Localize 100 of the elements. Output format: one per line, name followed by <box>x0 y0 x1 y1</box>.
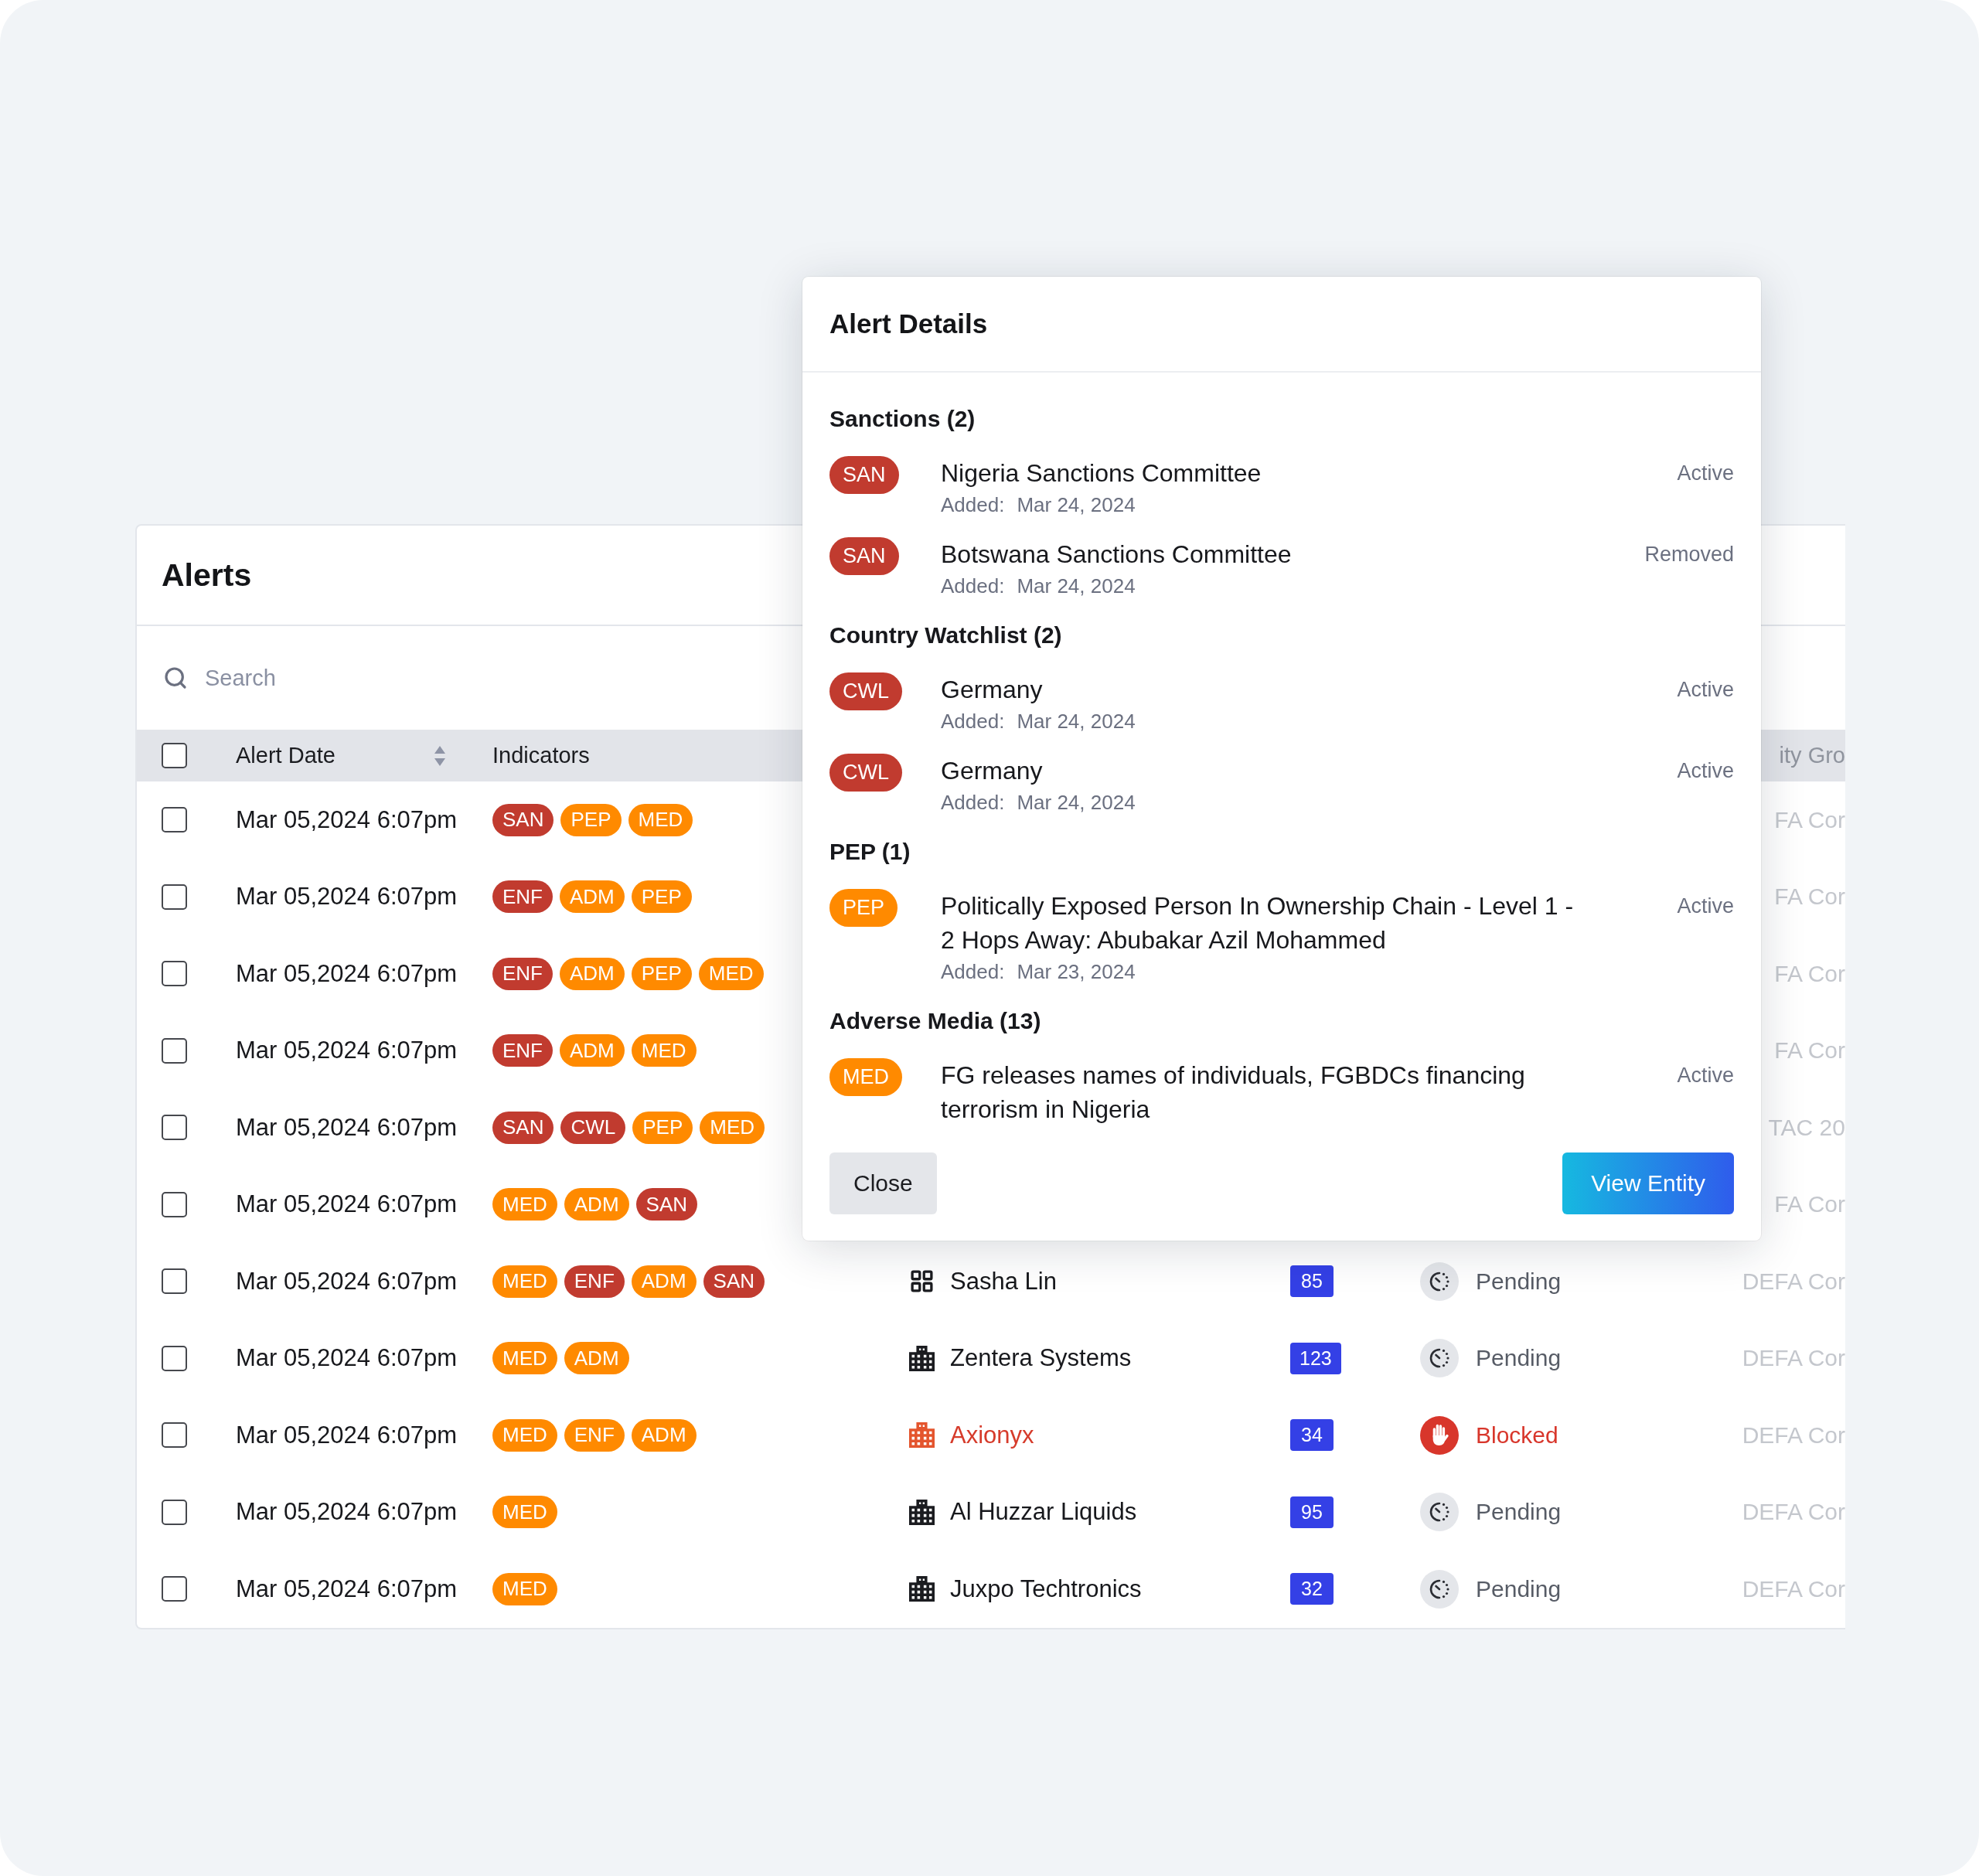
entry-status: Active <box>1677 461 1734 486</box>
status-label: Pending <box>1476 1268 1562 1295</box>
indicator-tag: ENF <box>564 1418 625 1452</box>
building-icon <box>909 1345 935 1371</box>
indicator-tag: MED <box>628 803 693 836</box>
indicator-tag: ADM <box>631 1418 697 1452</box>
indicator-tag: SAN <box>492 803 554 836</box>
indicator-tag: ADM <box>631 1265 697 1298</box>
search-icon <box>163 666 188 690</box>
group-text: FA Cor <box>1774 1191 1845 1218</box>
column-header[interactable]: Alert Date <box>236 743 336 768</box>
group-text: DEFA Cor <box>1742 1345 1845 1372</box>
indicator-tag: ADM <box>564 1342 629 1375</box>
building-icon <box>909 1576 935 1602</box>
entry-title: Germany <box>941 675 1043 705</box>
indicator-tag: CWL <box>829 672 902 710</box>
alert-date: Mar 05,2024 6:07pm <box>236 1575 458 1603</box>
alert-date: Mar 05,2024 6:07pm <box>236 805 458 834</box>
entry-status: Active <box>1677 1063 1734 1088</box>
checkbox[interactable] <box>162 1268 187 1295</box>
section-heading: Adverse Media (13) <box>829 1007 1041 1035</box>
status-label: Pending <box>1476 1499 1562 1526</box>
indicator-tag: ENF <box>492 1034 553 1067</box>
close-button[interactable]: Close <box>829 1152 937 1214</box>
added-date: Mar 24, 2024 <box>1017 492 1136 518</box>
indicator-tag: MED <box>631 1034 697 1067</box>
added-date: Mar 24, 2024 <box>1017 790 1136 815</box>
indicator-tag: MED <box>492 1496 557 1529</box>
entity-name: Axionyx <box>950 1421 1034 1449</box>
indicator-tag: ENF <box>564 1265 625 1298</box>
indicator-tag: ENF <box>492 880 553 914</box>
indicator-tag: ENF <box>492 957 553 990</box>
score-badge: 123 <box>1290 1342 1341 1374</box>
indicator-tag: PEP <box>631 957 692 990</box>
checkbox[interactable] <box>162 1037 187 1064</box>
checkbox[interactable] <box>162 1115 187 1141</box>
indicator-tag: MED <box>492 1342 557 1375</box>
clock-icon <box>1420 1339 1459 1378</box>
indicator-tag: MED <box>492 1265 557 1298</box>
entry-status: Active <box>1677 758 1734 784</box>
checkbox[interactable] <box>162 1499 187 1525</box>
score-badge: 34 <box>1290 1419 1334 1452</box>
added-label: Added: <box>941 790 1005 815</box>
view-entity-button[interactable]: View Entity <box>1562 1152 1734 1214</box>
checkbox[interactable] <box>162 1422 187 1449</box>
clock-icon <box>1420 1261 1459 1301</box>
indicator-tag: PEP <box>560 803 622 836</box>
entry-title: Nigeria Sanctions Committee <box>941 458 1262 489</box>
entity-name: Sasha Lin <box>950 1267 1057 1295</box>
alert-date: Mar 05,2024 6:07pm <box>236 1190 458 1219</box>
building-icon <box>909 1499 935 1525</box>
indicator-tag: PEP <box>632 1111 693 1144</box>
group-text: DEFA Cor <box>1742 1421 1845 1449</box>
entry-title: FG releases names of individuals, FGBDCs financing terrorism in Nigeria <box>941 1061 1526 1125</box>
dialog-title: Alert Details <box>829 308 988 339</box>
added-label: Added: <box>941 492 1005 518</box>
checkbox[interactable] <box>162 807 187 833</box>
column-header[interactable]: Indicators <box>492 743 590 768</box>
checkbox[interactable] <box>162 961 187 987</box>
added-label: Added: <box>941 959 1005 985</box>
checkbox[interactable] <box>162 884 187 910</box>
section-heading: Sanctions (2) <box>829 405 976 433</box>
entry-title: Politically Exposed Person In Ownership Chain - Level 1 - 2 Hops Away: Abubakar Azil Mohammed <box>941 891 1575 955</box>
indicator-tag: MED <box>700 1111 765 1144</box>
entry-status: Removed <box>1644 542 1734 567</box>
checkbox[interactable] <box>162 1345 187 1371</box>
grid-icon <box>909 1268 935 1295</box>
group-text: FA Cor <box>1774 806 1845 833</box>
panel-title: Alerts <box>162 557 252 594</box>
alert-date: Mar 05,2024 6:07pm <box>236 1267 458 1295</box>
group-text: TAC 20 <box>1768 1114 1845 1141</box>
checkbox[interactable] <box>162 1576 187 1602</box>
indicator-tag: SAN <box>703 1265 765 1298</box>
indicator-tag: SAN <box>829 456 899 494</box>
alert-date: Mar 05,2024 6:07pm <box>236 883 458 911</box>
indicator-tag: MED <box>492 1188 557 1221</box>
entry-title: Germany <box>941 756 1043 786</box>
checkbox[interactable] <box>162 1191 187 1217</box>
entity-name: Al Huzzar Liquids <box>950 1498 1137 1527</box>
alert-date: Mar 05,2024 6:07pm <box>236 959 458 988</box>
added-date: Mar 24, 2024 <box>1017 709 1136 734</box>
entry-status: Active <box>1677 677 1734 703</box>
clock-icon <box>1420 1569 1459 1609</box>
added-label: Added: <box>941 709 1005 734</box>
indicator-tag: ADM <box>560 957 625 990</box>
search-field[interactable]: Search <box>205 662 359 693</box>
indicator-tag: SAN <box>829 537 899 575</box>
entry-status: Active <box>1677 894 1734 919</box>
status-label: Pending <box>1476 1575 1562 1602</box>
score-badge: 95 <box>1290 1496 1334 1528</box>
added-label: Added: <box>941 574 1005 599</box>
indicator-tag: MED <box>492 1572 557 1605</box>
indicator-tag: CWL <box>560 1111 626 1144</box>
indicator-tag: SAN <box>635 1188 698 1221</box>
entity-name: Juxpo Techtronics <box>950 1575 1142 1603</box>
group-text: DEFA Cor <box>1742 1499 1845 1526</box>
score-badge: 32 <box>1290 1573 1334 1605</box>
alert-date: Mar 05,2024 6:07pm <box>236 1037 458 1065</box>
alert-date: Mar 05,2024 6:07pm <box>236 1344 458 1373</box>
checkbox[interactable] <box>162 743 187 768</box>
